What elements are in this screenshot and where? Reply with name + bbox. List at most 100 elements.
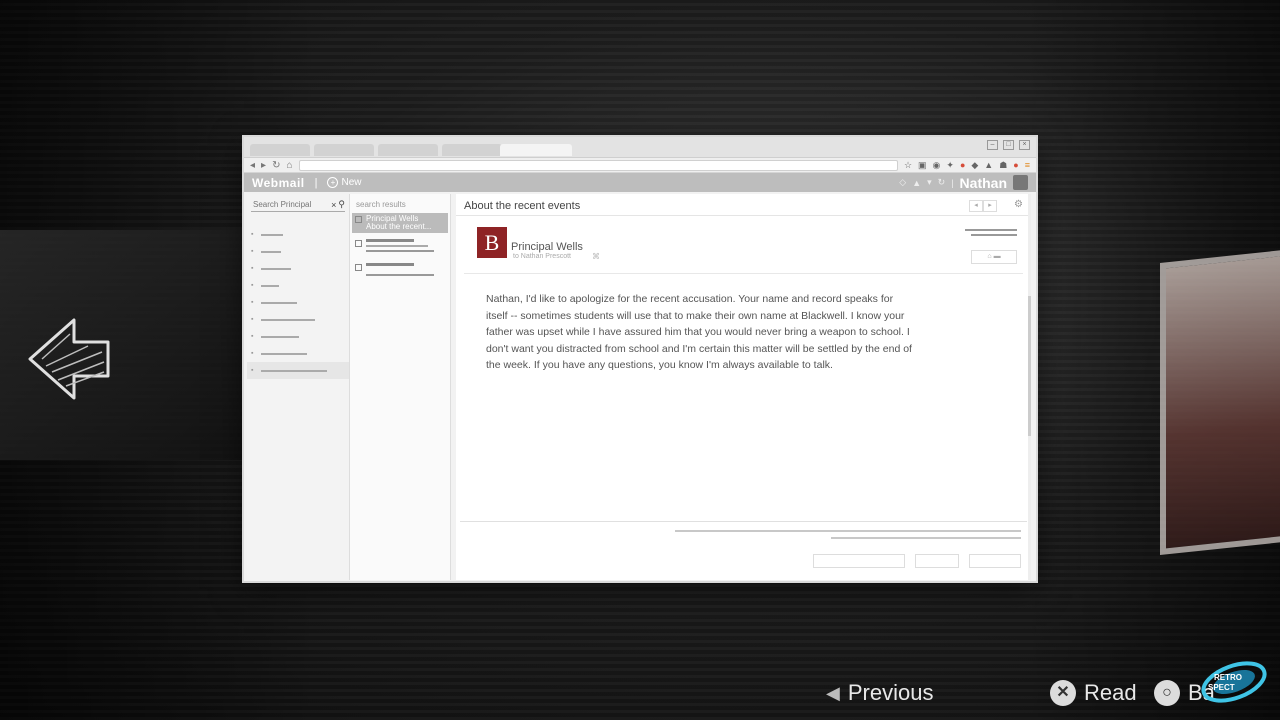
reply-all-button[interactable] bbox=[915, 554, 959, 568]
recipient: to Nathan Prescott bbox=[513, 253, 571, 260]
computer-screen: – □ × ◂ ▸ ↻ ⌂ ☆ ▣ ◉ ✦ ● ◆ ▲ ☗ ● ≡ Webmai… bbox=[244, 137, 1036, 581]
scrollbar-thumb[interactable] bbox=[1028, 296, 1031, 436]
folder-list: ▪ ▪ ▪ ▪ ▪ ▪ ▪ ▪ ▪ bbox=[247, 226, 349, 379]
notification-icon[interactable]: ◇ bbox=[899, 177, 906, 188]
result-item[interactable] bbox=[352, 237, 448, 257]
extension-icon[interactable]: ◆ bbox=[971, 160, 978, 171]
warning-icon[interactable]: ▲ bbox=[912, 178, 921, 188]
menu-icon[interactable]: ≡ bbox=[1025, 160, 1030, 171]
email-footer bbox=[675, 530, 1021, 544]
reload-icon[interactable]: ↻ bbox=[272, 160, 280, 171]
folder-icon: ▪ bbox=[251, 316, 254, 323]
result-line bbox=[366, 263, 414, 266]
email-pager: ◂ ▸ bbox=[969, 200, 997, 212]
folder-label bbox=[261, 318, 315, 321]
footer-line bbox=[675, 530, 1021, 532]
svg-text:SPECT: SPECT bbox=[1208, 683, 1235, 692]
extension-icon[interactable]: ▲ bbox=[984, 160, 993, 171]
folder-icon: ▪ bbox=[251, 350, 254, 357]
extension-icon[interactable]: ● bbox=[1013, 160, 1018, 171]
folder-item-selected[interactable]: ▪ bbox=[247, 362, 349, 379]
folder-label bbox=[261, 233, 283, 236]
minimize-button[interactable]: – bbox=[987, 140, 998, 150]
browser-forward-icon[interactable]: ▸ bbox=[261, 160, 266, 171]
user-name[interactable]: Nathan bbox=[960, 175, 1007, 191]
forward-button[interactable] bbox=[813, 554, 905, 568]
expand-icon[interactable]: ⌘ bbox=[592, 252, 600, 261]
result-checkbox[interactable] bbox=[355, 240, 362, 247]
webmail-logo[interactable]: Webmail bbox=[252, 176, 305, 190]
extension-icons: ☆ ▣ ◉ ✦ ● ◆ ▲ ☗ ● ≡ bbox=[904, 160, 1030, 171]
next-email-icon[interactable]: ▸ bbox=[983, 200, 997, 212]
folder-item[interactable]: ▪ bbox=[247, 277, 349, 294]
back-arrow-icon[interactable] bbox=[28, 316, 112, 402]
arrow-left-icon: ◀ bbox=[826, 682, 840, 703]
webmail-header: Webmail | + New ◇ ▲ ▾ ↻ | Nathan bbox=[244, 173, 1036, 192]
previous-label: Previous bbox=[847, 680, 934, 705]
extension-icon[interactable]: ◉ bbox=[933, 160, 941, 171]
folder-item[interactable]: ▪ bbox=[247, 243, 349, 260]
email-subject: About the recent events bbox=[464, 200, 581, 212]
close-window-button[interactable]: × bbox=[1019, 140, 1030, 150]
avatar[interactable] bbox=[1013, 175, 1028, 190]
bookmark-icon[interactable]: ☆ bbox=[904, 160, 912, 171]
folder-item[interactable]: ▪ bbox=[247, 260, 349, 277]
read-label: Read bbox=[1084, 680, 1137, 705]
read-prompt[interactable]: ✕ Read bbox=[1050, 680, 1137, 706]
cross-button-icon: ✕ bbox=[1050, 680, 1076, 706]
gear-icon[interactable]: ⚙ bbox=[1014, 199, 1023, 210]
email-meta bbox=[965, 229, 1017, 239]
browser-back-icon[interactable]: ◂ bbox=[250, 160, 255, 171]
home-icon[interactable]: ⌂ bbox=[286, 160, 292, 171]
new-message-button[interactable]: + New bbox=[327, 177, 362, 188]
background-photo-frame bbox=[1160, 247, 1280, 555]
result-line bbox=[366, 239, 414, 242]
extension-icon[interactable]: ▣ bbox=[918, 160, 927, 171]
folder-icon: ▪ bbox=[251, 299, 254, 306]
extension-icon[interactable]: ✦ bbox=[946, 160, 954, 171]
search-icon[interactable]: ⚲ bbox=[338, 199, 345, 210]
result-item[interactable] bbox=[352, 261, 448, 281]
channel-logo: RETRO SPECT bbox=[1201, 661, 1267, 703]
extension-icon[interactable]: ☗ bbox=[999, 160, 1007, 171]
folder-item[interactable]: ▪ bbox=[247, 294, 349, 311]
sender-logo: B bbox=[477, 227, 507, 258]
meta-line bbox=[965, 229, 1017, 231]
browser-tab[interactable] bbox=[378, 144, 438, 156]
dropdown-icon[interactable]: ▾ bbox=[927, 177, 932, 188]
result-item-selected[interactable]: Principal Wells About the recent... bbox=[352, 213, 448, 233]
search-results-pane: search results Principal Wells About the… bbox=[350, 194, 451, 580]
previous-email-icon[interactable]: ◂ bbox=[969, 200, 983, 212]
print-button[interactable] bbox=[969, 554, 1021, 568]
folder-label bbox=[261, 284, 279, 287]
folder-item[interactable]: ▪ bbox=[247, 311, 349, 328]
result-checkbox[interactable] bbox=[355, 216, 362, 223]
meta-line bbox=[971, 234, 1017, 236]
browser-tab-active[interactable] bbox=[500, 144, 572, 156]
svg-text:RETRO: RETRO bbox=[1214, 673, 1242, 682]
results-title: search results bbox=[356, 200, 406, 209]
folder-item[interactable]: ▪ bbox=[247, 226, 349, 243]
browser-tab[interactable] bbox=[442, 144, 502, 156]
search-input[interactable] bbox=[251, 200, 330, 209]
circle-button-icon: ○ bbox=[1154, 680, 1180, 706]
result-line bbox=[366, 274, 434, 276]
folder-label bbox=[261, 335, 299, 338]
maximize-button[interactable]: □ bbox=[1003, 140, 1014, 150]
extension-icon[interactable]: ● bbox=[960, 160, 965, 171]
divider bbox=[464, 273, 1023, 274]
browser-tab[interactable] bbox=[314, 144, 374, 156]
folder-icon: ▪ bbox=[251, 265, 254, 272]
result-line bbox=[366, 250, 434, 252]
refresh-icon[interactable]: ↻ bbox=[938, 177, 946, 188]
folder-label bbox=[261, 352, 307, 355]
browser-tab[interactable] bbox=[250, 144, 310, 156]
folder-item[interactable]: ▪ bbox=[247, 345, 349, 362]
clear-icon[interactable]: × bbox=[331, 200, 336, 210]
folder-item[interactable]: ▪ bbox=[247, 328, 349, 345]
result-checkbox[interactable] bbox=[355, 264, 362, 271]
previous-prompt[interactable]: ◀ Previous bbox=[826, 680, 933, 706]
browser-tabstrip: – □ × bbox=[244, 137, 1036, 158]
reply-button[interactable]: ⌂ ▬ bbox=[971, 250, 1017, 264]
address-bar[interactable] bbox=[298, 159, 898, 171]
